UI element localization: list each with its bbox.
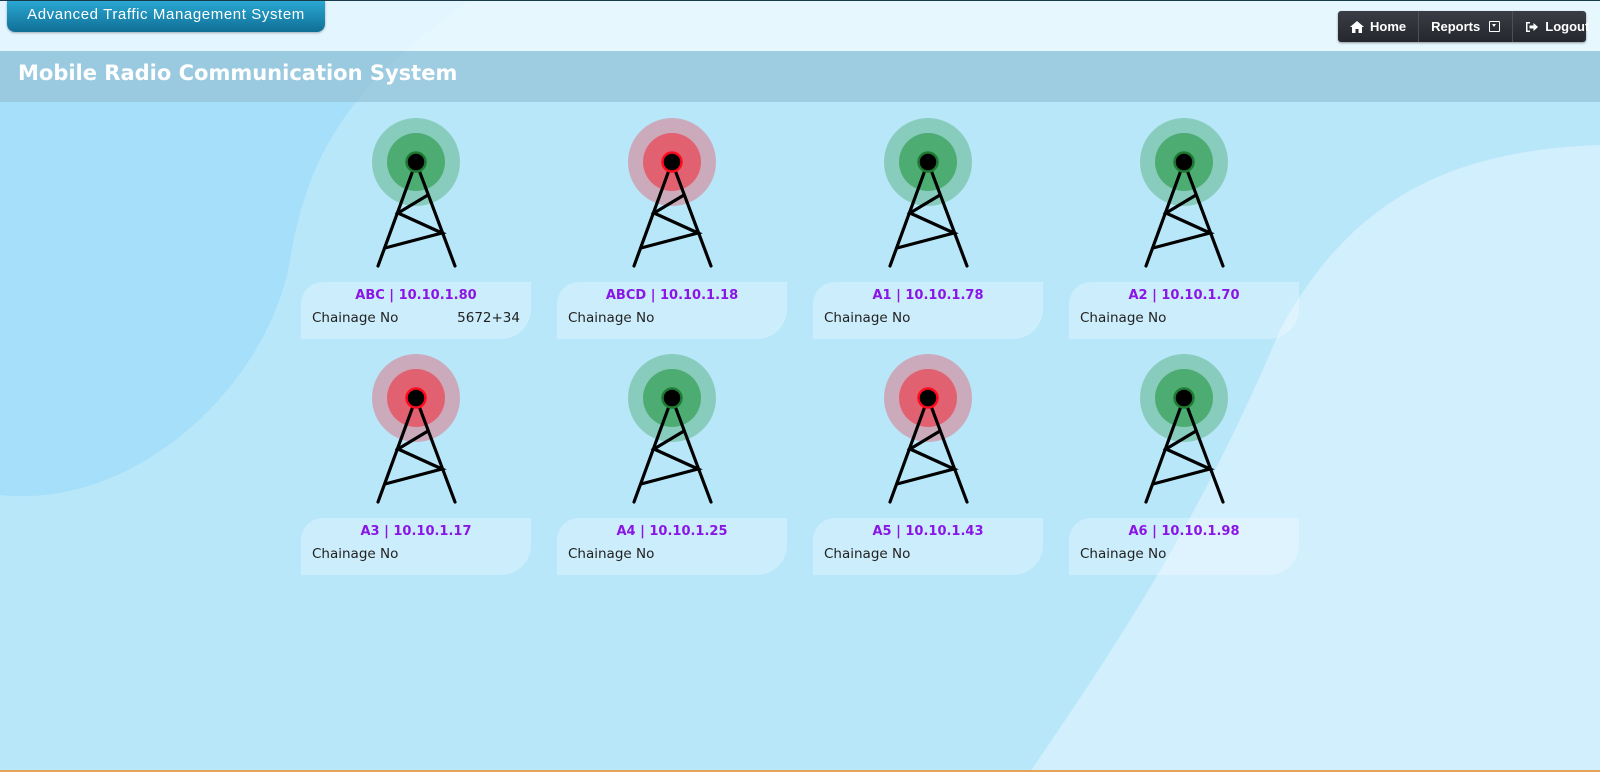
radio-info: A5 | 10.10.1.43 Chainage No <box>813 518 1043 575</box>
radio-name: A5 | 10.10.1.43 <box>872 524 984 539</box>
radio-info: A6 | 10.10.1.98 Chainage No <box>1069 518 1299 575</box>
radio-info: A4 | 10.10.1.25 Chainage No <box>557 518 787 575</box>
status-dot <box>405 151 427 173</box>
radio-name: A6 | 10.10.1.98 <box>1128 524 1240 539</box>
radio-name: A1 | 10.10.1.78 <box>872 288 984 303</box>
radio-tower-icon <box>628 354 716 504</box>
radio-card[interactable]: A4 | 10.10.1.25 Chainage No <box>557 354 787 584</box>
chainage-label: Chainage No <box>1080 310 1167 326</box>
chainage-label: Chainage No <box>824 310 911 326</box>
radio-tower-icon <box>884 118 972 268</box>
radio-info: A2 | 10.10.1.70 Chainage No <box>1069 282 1299 339</box>
radio-info: A3 | 10.10.1.17 Chainage No <box>301 518 531 575</box>
radio-info: ABC | 10.10.1.80 Chainage No 5672+34 <box>301 282 531 339</box>
chainage-value: 5672+34 <box>457 310 520 326</box>
radio-card[interactable]: ABCD | 10.10.1.18 Chainage No <box>557 118 787 348</box>
radio-info: A1 | 10.10.1.78 Chainage No <box>813 282 1043 339</box>
chainage-label: Chainage No <box>312 546 399 562</box>
status-dot <box>917 387 939 409</box>
radio-name: A2 | 10.10.1.70 <box>1128 288 1240 303</box>
radio-name: A3 | 10.10.1.17 <box>360 524 472 539</box>
status-dot <box>1173 151 1195 173</box>
radio-card[interactable]: A3 | 10.10.1.17 Chainage No <box>301 354 531 584</box>
chainage-label: Chainage No <box>568 310 655 326</box>
radio-name: A4 | 10.10.1.25 <box>616 524 728 539</box>
radio-name: ABCD | 10.10.1.18 <box>605 288 739 303</box>
status-dot <box>1173 387 1195 409</box>
radio-card[interactable]: A6 | 10.10.1.98 Chainage No <box>1069 354 1299 584</box>
chainage-label: Chainage No <box>568 546 655 562</box>
radio-tower-icon <box>372 354 460 504</box>
status-dot <box>661 387 683 409</box>
radio-tower-icon <box>372 118 460 268</box>
chainage-label: Chainage No <box>824 546 911 562</box>
radio-tower-icon <box>1140 118 1228 268</box>
chainage-label: Chainage No <box>1080 546 1167 562</box>
status-dot <box>917 151 939 173</box>
radio-tower-icon <box>884 354 972 504</box>
radio-info: ABCD | 10.10.1.18 Chainage No <box>557 282 787 339</box>
radio-tower-icon <box>1140 354 1228 504</box>
radio-card[interactable]: A1 | 10.10.1.78 Chainage No <box>813 118 1043 348</box>
status-dot <box>405 387 427 409</box>
radio-name: ABC | 10.10.1.80 <box>355 288 477 303</box>
radio-tower-icon <box>628 118 716 268</box>
radio-grid: ABC | 10.10.1.80 Chainage No 5672+34 ABC… <box>0 0 1600 772</box>
radio-card[interactable]: A5 | 10.10.1.43 Chainage No <box>813 354 1043 584</box>
status-dot <box>661 151 683 173</box>
chainage-label: Chainage No <box>312 310 399 326</box>
radio-card[interactable]: ABC | 10.10.1.80 Chainage No 5672+34 <box>301 118 531 348</box>
radio-card[interactable]: A2 | 10.10.1.70 Chainage No <box>1069 118 1299 348</box>
